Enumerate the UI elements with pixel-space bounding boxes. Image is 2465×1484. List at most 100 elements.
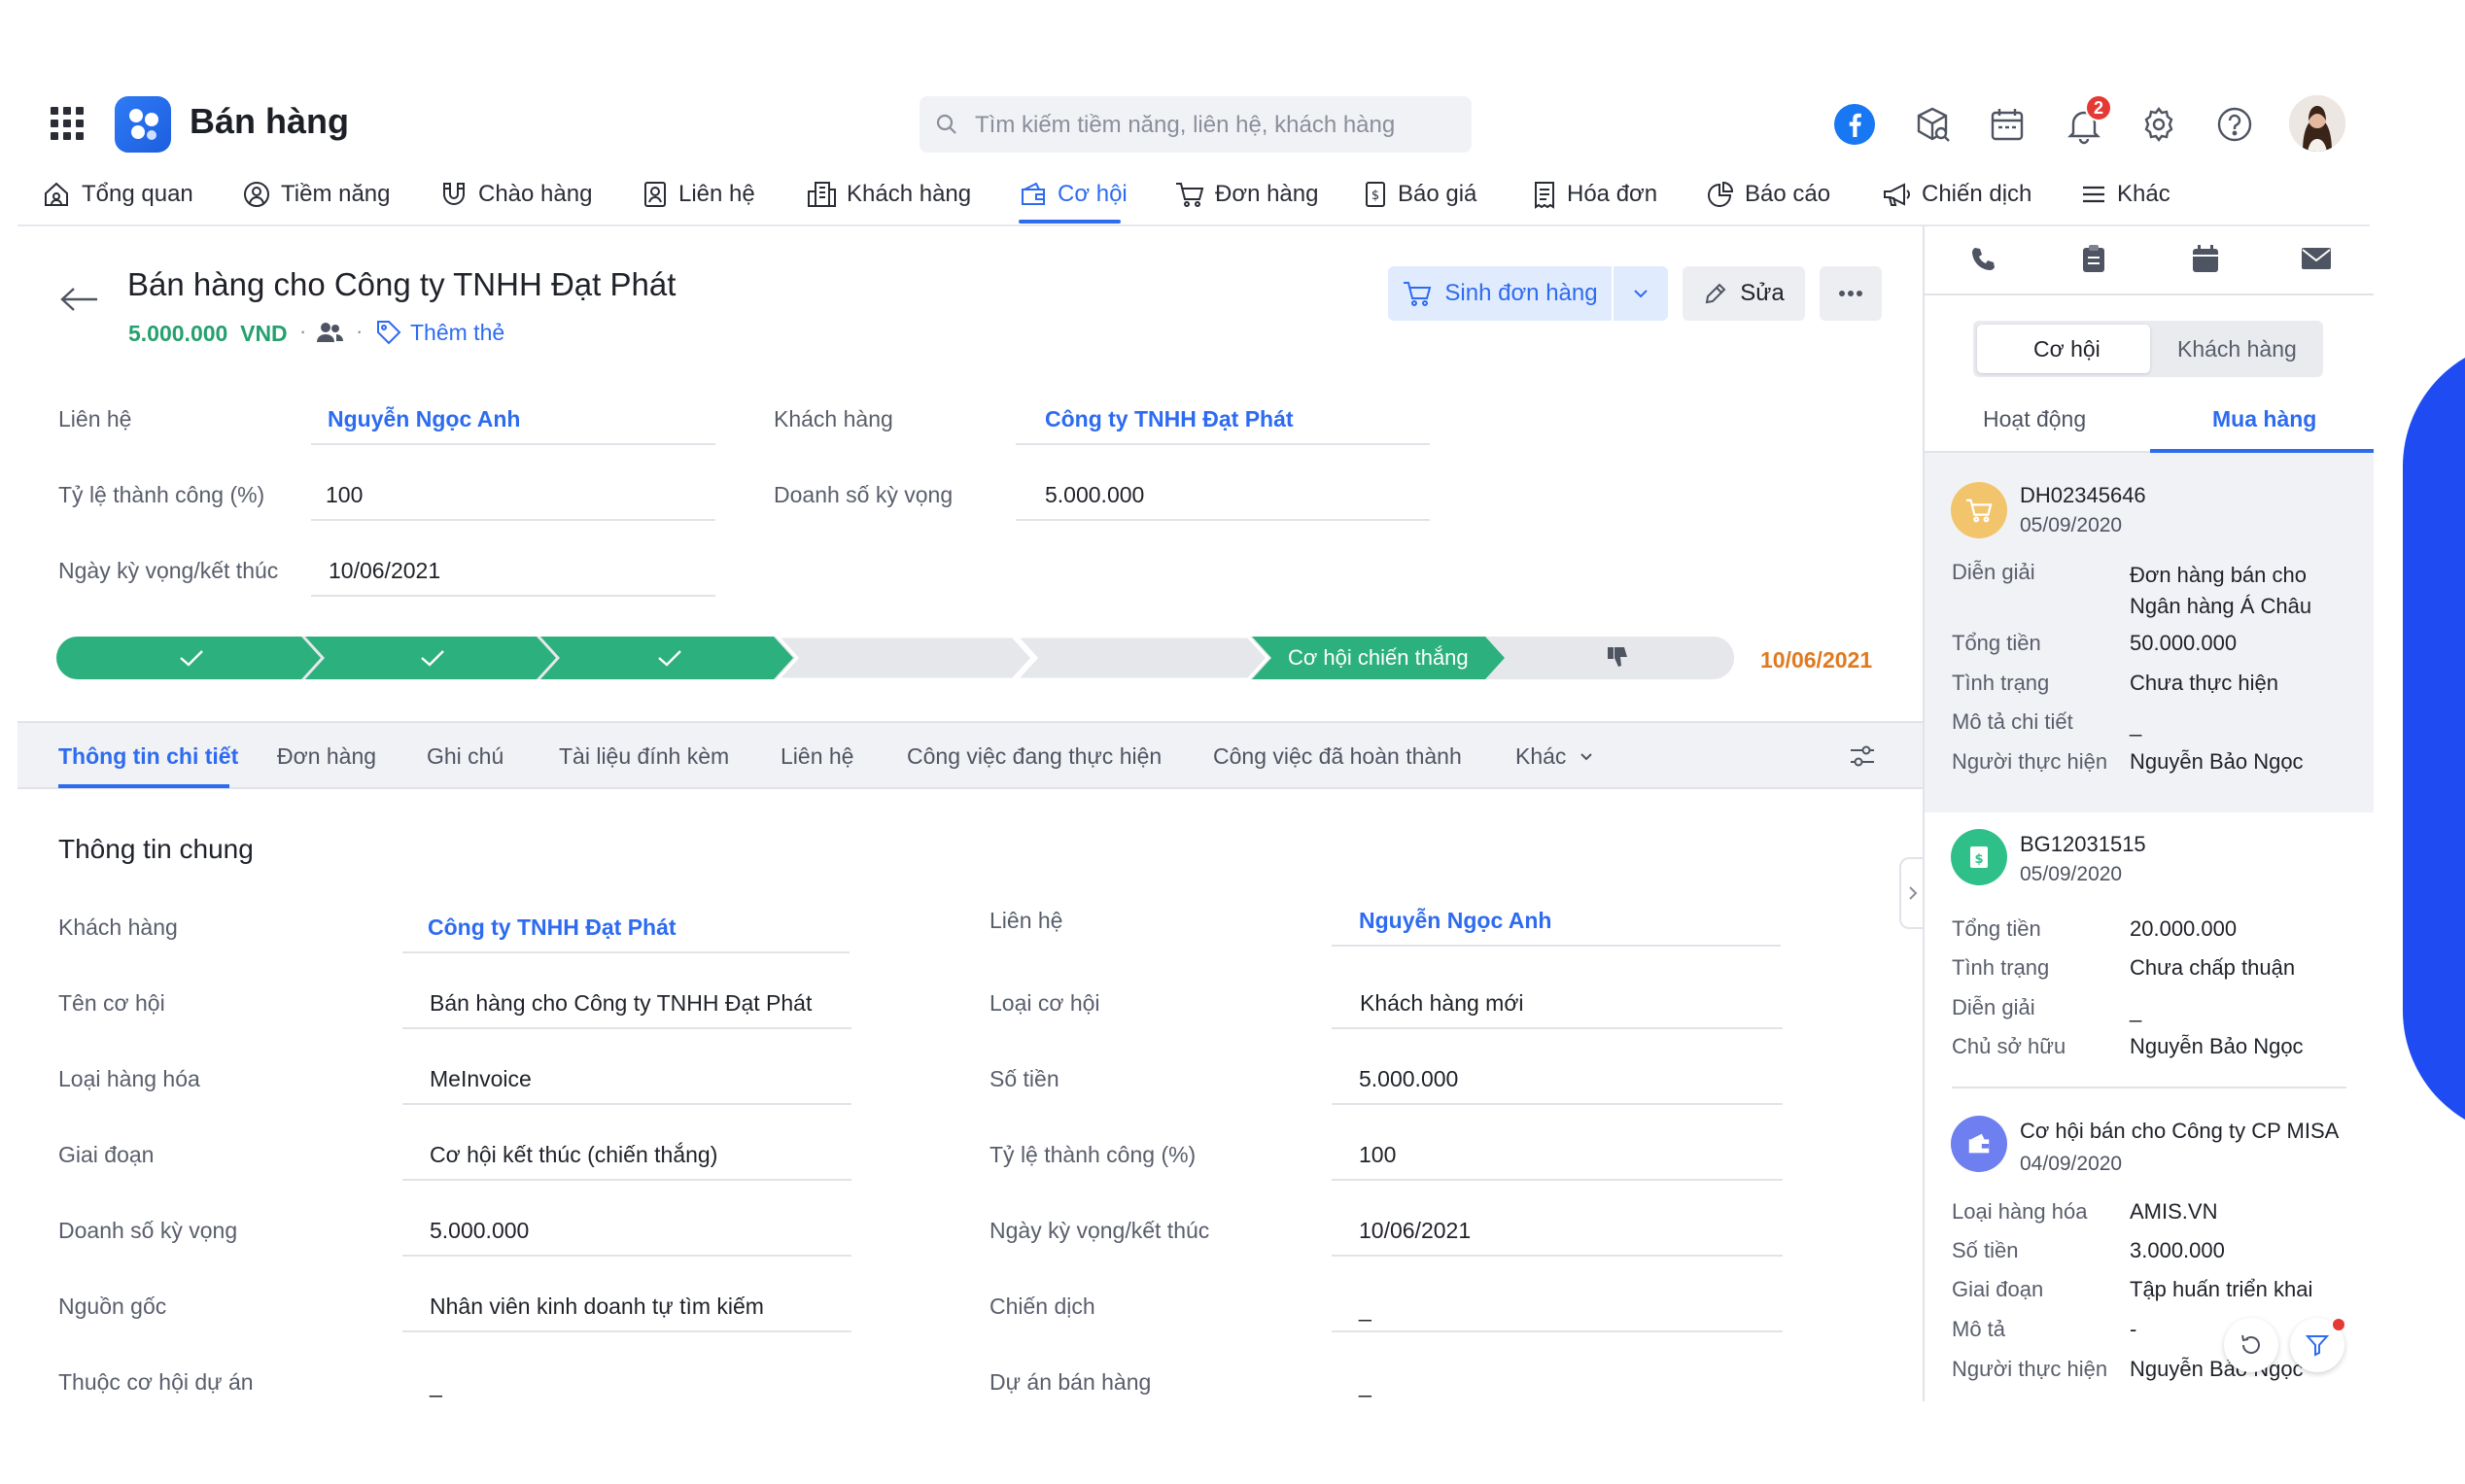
card-field-label: Tình trạng bbox=[1952, 671, 2050, 695]
detail-campaign-value[interactable]: _ bbox=[1359, 1296, 1371, 1323]
detail-sales-project-label: Dự án bán hàng bbox=[989, 1369, 1152, 1395]
nav-label: Tiềm năng bbox=[281, 181, 391, 207]
help-icon[interactable] bbox=[2213, 103, 2256, 146]
card-field-value: AMIS.VN bbox=[2130, 1199, 2218, 1224]
email-icon[interactable] bbox=[2301, 246, 2332, 271]
summary-rate-value[interactable]: 100 bbox=[326, 482, 363, 508]
detail-stage-value[interactable]: Cơ hội kết thúc (chiến thắng) bbox=[430, 1142, 717, 1168]
nav-overview[interactable]: Tổng quan bbox=[41, 175, 193, 214]
summary-revenue-value[interactable]: 5.000.000 bbox=[1045, 482, 1144, 508]
tab-more[interactable]: Khác bbox=[1515, 743, 1593, 770]
tab-details[interactable]: Thông tin chi tiết bbox=[58, 743, 238, 770]
field-underline bbox=[1016, 519, 1430, 521]
detail-customer-link[interactable]: Công ty TNHH Đạt Phát bbox=[428, 915, 677, 941]
nav-customers[interactable]: Khách hàng bbox=[806, 175, 971, 214]
box-search-icon[interactable] bbox=[1911, 103, 1954, 146]
detail-opp-name-label: Tên cơ hội bbox=[58, 990, 165, 1016]
card-code[interactable]: DH02345646 bbox=[2020, 483, 2146, 508]
stage-2[interactable] bbox=[305, 637, 556, 679]
add-tag-link[interactable]: Thêm thẻ bbox=[410, 320, 504, 346]
card-code[interactable]: BG12031515 bbox=[2020, 832, 2146, 857]
card-field-value: - bbox=[2130, 1317, 2137, 1341]
nav-leads[interactable]: Tiềm năng bbox=[242, 175, 391, 214]
right-panel-divider bbox=[1923, 225, 1925, 1401]
tab-attachments[interactable]: Tài liệu đính kèm bbox=[559, 743, 729, 770]
calendar-event-icon[interactable] bbox=[2191, 243, 2220, 274]
card-field-label: Tình trạng bbox=[1952, 955, 2050, 980]
wallet-icon bbox=[1968, 1133, 1990, 1154]
detail-revenue-value[interactable]: 5.000.000 bbox=[430, 1218, 529, 1244]
nav-quotes[interactable]: $ Báo giá bbox=[1363, 175, 1476, 214]
field-underline bbox=[402, 1179, 851, 1181]
tab-settings-icon[interactable] bbox=[1847, 741, 1878, 772]
tab-notes[interactable]: Ghi chú bbox=[427, 743, 503, 770]
stage-3[interactable] bbox=[540, 637, 793, 679]
chevron-down-icon bbox=[1634, 290, 1648, 298]
detail-date-value[interactable]: 10/06/2021 bbox=[1359, 1218, 1471, 1244]
svg-text:$: $ bbox=[1974, 852, 1983, 867]
stage-pipeline bbox=[56, 637, 1734, 679]
field-underline bbox=[402, 951, 850, 953]
segment-opportunity[interactable]: Cơ hội bbox=[2033, 336, 2100, 362]
card-code[interactable]: Cơ hội bán cho Công ty CP MISA bbox=[2020, 1119, 2339, 1144]
segment-customer[interactable]: Khách hàng bbox=[2177, 336, 2297, 362]
card-field-value: Nguyễn Bảo Ngọc bbox=[2130, 1034, 2304, 1058]
detail-contact-link[interactable]: Nguyễn Ngọc Anh bbox=[1359, 908, 1551, 934]
lead-icon bbox=[244, 182, 269, 207]
tab-tasks-done[interactable]: Công việc đã hoàn thành bbox=[1213, 743, 1462, 770]
avatar[interactable] bbox=[2289, 95, 2345, 152]
nav-reports[interactable]: Báo cáo bbox=[1706, 175, 1830, 214]
tab-purchases[interactable]: Mua hàng bbox=[2212, 406, 2316, 432]
detail-opp-type-value[interactable]: Khách hàng mới bbox=[1360, 990, 1524, 1017]
summary-contact-label: Liên hệ bbox=[58, 406, 132, 431]
refresh-button[interactable] bbox=[2224, 1318, 2278, 1372]
nav-campaigns[interactable]: Chiến dịch bbox=[1881, 175, 2031, 214]
edit-button[interactable]: Sửa bbox=[1683, 266, 1805, 321]
more-actions-button[interactable] bbox=[1820, 266, 1882, 321]
stage-1[interactable] bbox=[56, 637, 321, 679]
tab-activity[interactable]: Hoạt động bbox=[1983, 406, 2086, 432]
detail-sales-project-value[interactable]: _ bbox=[1359, 1372, 1371, 1398]
nav-more[interactable]: Khác bbox=[2080, 175, 2170, 214]
detail-opp-name-value[interactable]: Bán hàng cho Công ty TNHH Đạt Phát bbox=[430, 990, 812, 1017]
clipboard-icon[interactable] bbox=[2080, 243, 2107, 274]
nav-invoices[interactable]: Hóa đơn bbox=[1532, 175, 1657, 214]
nav-label: Khác bbox=[2117, 181, 2170, 207]
report-icon bbox=[1708, 181, 1734, 207]
panel-collapse-handle[interactable] bbox=[1899, 857, 1925, 929]
people-icon[interactable] bbox=[316, 321, 343, 344]
menu-icon bbox=[2083, 186, 2104, 203]
summary-customer-link[interactable]: Công ty TNHH Đạt Phát bbox=[1045, 406, 1294, 432]
apps-grid-icon[interactable] bbox=[51, 107, 84, 140]
detail-product-type-value[interactable]: MeInvoice bbox=[430, 1066, 532, 1092]
detail-campaign-label: Chiến dịch bbox=[989, 1294, 1095, 1319]
detail-source-value[interactable]: Nhân viên kinh doanh tự tìm kiếm bbox=[430, 1294, 764, 1320]
create-order-button[interactable]: Sinh đơn hàng bbox=[1388, 266, 1612, 321]
search-input[interactable]: Tìm kiếm tiềm năng, liên hệ, khách hàng bbox=[975, 112, 1395, 139]
detail-amount-value[interactable]: 5.000.000 bbox=[1359, 1066, 1458, 1092]
nav-opportunities[interactable]: Cơ hội bbox=[1019, 175, 1128, 214]
tab-tasks-in-progress[interactable]: Công việc đang thực hiện bbox=[907, 743, 1162, 770]
phone-icon[interactable] bbox=[1968, 245, 1997, 274]
gear-icon[interactable] bbox=[2137, 103, 2180, 146]
detail-rate-value[interactable]: 100 bbox=[1359, 1142, 1396, 1168]
nav-contacts[interactable]: Liên hệ bbox=[642, 175, 755, 214]
summary-contact-link[interactable]: Nguyễn Ngọc Anh bbox=[328, 406, 520, 432]
tab-orders[interactable]: Đơn hàng bbox=[277, 743, 376, 770]
nav-orders[interactable]: Đơn hàng bbox=[1174, 175, 1318, 214]
summary-date-value[interactable]: 10/06/2021 bbox=[329, 558, 440, 584]
field-underline bbox=[1332, 1179, 1783, 1181]
stage-4[interactable] bbox=[775, 637, 1035, 679]
tab-contacts[interactable]: Liên hệ bbox=[781, 743, 853, 770]
card-field-value: Đơn hàng bán cho Ngân hàng Á Châu bbox=[2130, 563, 2312, 618]
stage-5[interactable] bbox=[1014, 637, 1270, 679]
field-underline bbox=[1332, 1330, 1783, 1332]
calendar-icon[interactable] bbox=[1986, 103, 2029, 146]
create-order-dropdown[interactable] bbox=[1614, 266, 1668, 321]
card-field-label: Số tiền bbox=[1952, 1238, 2019, 1262]
back-arrow-icon[interactable] bbox=[58, 285, 101, 314]
nav-offers[interactable]: Chào hàng bbox=[439, 175, 592, 214]
detail-project-value[interactable]: _ bbox=[430, 1372, 442, 1398]
facebook-icon[interactable] bbox=[1833, 103, 1876, 146]
detail-project-label: Thuộc cơ hội dự án bbox=[58, 1369, 254, 1395]
